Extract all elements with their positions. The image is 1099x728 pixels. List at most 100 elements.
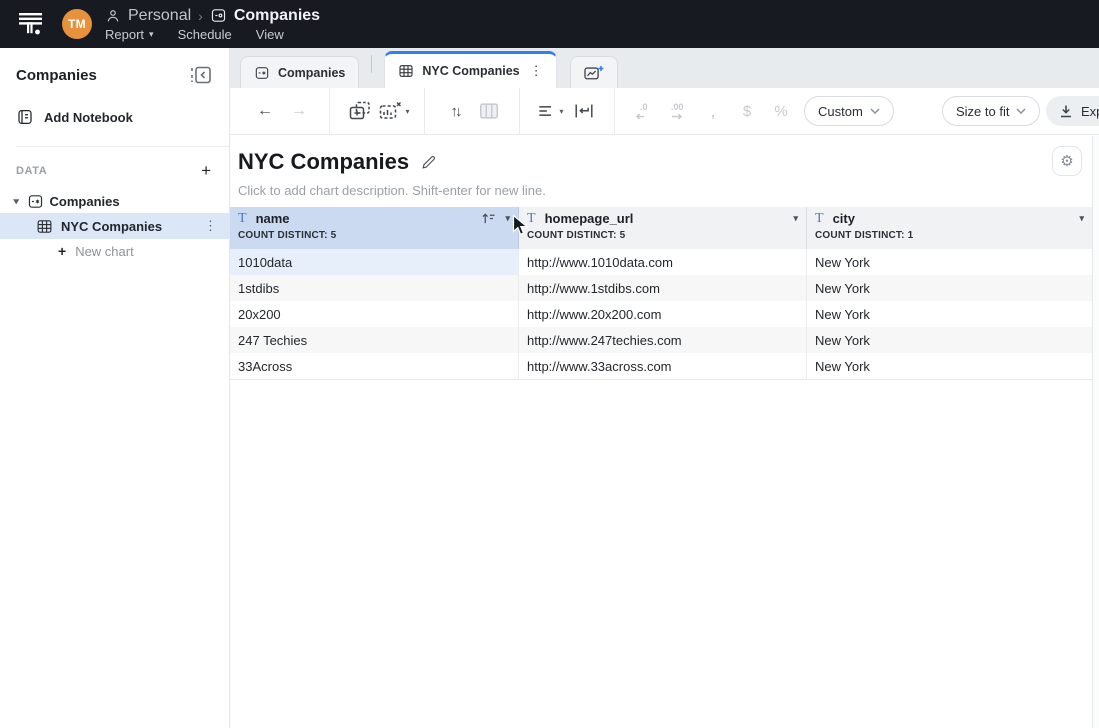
- table-row: 1010datahttp://www.1010data.comNew York: [230, 249, 1092, 275]
- redo-forward-button: →: [282, 96, 316, 126]
- column-menu-caret-icon[interactable]: ▾: [505, 213, 510, 224]
- breadcrumb-workspace[interactable]: Personal: [128, 7, 191, 25]
- caret-down-icon: ▾: [559, 107, 563, 116]
- breadcrumb: Personal › Companies: [105, 7, 320, 25]
- scrollbar-gutter[interactable]: [1092, 136, 1099, 728]
- export-label: Export: [1081, 104, 1099, 119]
- column-name: name: [256, 211, 290, 226]
- column-summary-city: COUNT DISTINCT: 1: [807, 230, 1092, 249]
- menu-view[interactable]: View: [256, 27, 284, 42]
- table-cell[interactable]: New York: [807, 249, 1092, 275]
- size-to-fit-dropdown[interactable]: Size to fit: [942, 96, 1040, 126]
- wrap-text-button[interactable]: [567, 96, 601, 126]
- topbar: TM Personal › Compa: [0, 0, 1099, 48]
- topbar-nav: Personal › Companies Report ▾ Schedule: [105, 7, 320, 42]
- tabstrip: Companies NYC Companies ⋮: [230, 48, 1099, 88]
- sidebar: Companies Add Notebook: [0, 48, 230, 728]
- tree-item-new-chart[interactable]: + New chart: [0, 239, 229, 263]
- column-header-city[interactable]: T city ▾: [807, 207, 1092, 230]
- plus-icon: +: [58, 243, 66, 259]
- table-cell[interactable]: 20x200: [230, 301, 519, 327]
- chart-description-placeholder[interactable]: Click to add chart description. Shift-en…: [238, 183, 1091, 198]
- percent-format-button: %: [764, 96, 798, 126]
- table-cell[interactable]: 1010data: [230, 249, 519, 275]
- person-icon: [105, 8, 121, 24]
- app-logo-icon[interactable]: [16, 9, 46, 39]
- table-cell[interactable]: http://www.1010data.com: [519, 249, 807, 275]
- table-cell[interactable]: http://www.33across.com: [519, 353, 807, 379]
- menu-report[interactable]: Report ▾: [105, 27, 154, 42]
- user-avatar[interactable]: TM: [62, 9, 92, 39]
- align-button[interactable]: ▾: [533, 96, 567, 126]
- svg-text:.0: .0: [640, 102, 648, 112]
- notebook-icon: [210, 7, 227, 24]
- sidebar-title: Companies: [16, 67, 97, 84]
- edit-title-pencil-icon[interactable]: [420, 154, 437, 171]
- sidebar-collapse-button[interactable]: [187, 64, 215, 86]
- kebab-menu-icon[interactable]: ⋮: [204, 218, 229, 234]
- sort-ascending-icon[interactable]: [481, 212, 496, 225]
- chevron-down-icon: [870, 108, 880, 114]
- chevron-down-icon[interactable]: ▾: [14, 196, 19, 207]
- export-button[interactable]: Export: [1046, 96, 1099, 126]
- tab-label: NYC Companies: [422, 64, 519, 78]
- table-cell[interactable]: http://www.1stdibs.com: [519, 275, 807, 301]
- column-header-homepage-url[interactable]: T homepage_url ▾: [519, 207, 807, 230]
- breadcrumb-separator: ›: [198, 7, 203, 25]
- svg-text:.00: .00: [671, 102, 684, 112]
- tree-item-nyc-companies[interactable]: NYC Companies ⋮: [0, 213, 229, 239]
- notebook-icon: [254, 65, 270, 81]
- tab-label: Companies: [278, 66, 345, 80]
- table-row: 33Acrosshttp://www.33across.comNew York: [230, 353, 1092, 379]
- table-cell[interactable]: 247 Techies: [230, 327, 519, 353]
- data-tree: ▾ Companies: [0, 189, 229, 263]
- table-cell[interactable]: New York: [807, 327, 1092, 353]
- toolbar-divider: [519, 88, 520, 135]
- column-menu-caret-icon[interactable]: ▾: [1079, 213, 1084, 224]
- tree-item-companies[interactable]: ▾ Companies: [0, 189, 229, 213]
- add-notebook-icon: [16, 108, 34, 126]
- table-cell[interactable]: New York: [807, 301, 1092, 327]
- decrease-decimal-button: .0: [628, 96, 662, 126]
- column-header-name[interactable]: T name ▾: [230, 207, 519, 230]
- add-notebook-button[interactable]: Add Notebook: [16, 108, 213, 126]
- column-menu-caret-icon[interactable]: ▾: [793, 213, 798, 224]
- custom-format-dropdown[interactable]: Custom: [804, 96, 894, 126]
- column-name: city: [833, 211, 855, 226]
- table-icon: [36, 218, 53, 235]
- table-cell[interactable]: http://www.247techies.com: [519, 327, 807, 353]
- sheet-title[interactable]: NYC Companies: [238, 149, 409, 175]
- add-notebook-label: Add Notebook: [44, 110, 133, 125]
- new-chart-tab-button[interactable]: [570, 56, 618, 88]
- duplicate-button[interactable]: [343, 96, 377, 126]
- add-data-button[interactable]: +: [197, 163, 215, 179]
- undo-back-button[interactable]: ←: [248, 96, 282, 126]
- results-table: T name ▾: [230, 207, 1092, 380]
- tree-item-label: Companies: [50, 194, 120, 209]
- table-cell[interactable]: http://www.20x200.com: [519, 301, 807, 327]
- tree-item-label: NYC Companies: [61, 219, 162, 234]
- tab-companies[interactable]: Companies: [240, 56, 359, 88]
- sheet-canvas: NYC Companies ⚙ Click to add chart descr…: [230, 136, 1099, 728]
- table-body: 1010datahttp://www.1010data.comNew York1…: [230, 249, 1092, 380]
- table-cell[interactable]: New York: [807, 275, 1092, 301]
- remove-chart-button[interactable]: ▾: [377, 96, 411, 126]
- caret-down-icon: ▾: [149, 29, 154, 40]
- table-cell[interactable]: 33Across: [230, 353, 519, 379]
- data-section-label: DATA: [16, 165, 47, 177]
- text-type-icon: T: [238, 211, 247, 227]
- table-cell[interactable]: 1stdibs: [230, 275, 519, 301]
- size-to-fit-label: Size to fit: [956, 104, 1009, 119]
- column-summary-name: COUNT DISTINCT: 5: [230, 230, 519, 249]
- caret-down-icon: ▾: [405, 107, 409, 116]
- tab-nyc-companies[interactable]: NYC Companies ⋮: [384, 51, 556, 88]
- menu-schedule[interactable]: Schedule: [178, 27, 232, 42]
- tree-item-label: New chart: [75, 244, 134, 259]
- settings-gear-button[interactable]: ⚙: [1052, 146, 1082, 176]
- thousands-separator-button: ,: [696, 96, 730, 126]
- sort-button[interactable]: ↑↓: [438, 96, 472, 126]
- toolbar-divider: [424, 88, 425, 135]
- kebab-menu-icon[interactable]: ⋮: [530, 63, 543, 79]
- breadcrumb-current[interactable]: Companies: [234, 7, 320, 25]
- table-cell[interactable]: New York: [807, 353, 1092, 379]
